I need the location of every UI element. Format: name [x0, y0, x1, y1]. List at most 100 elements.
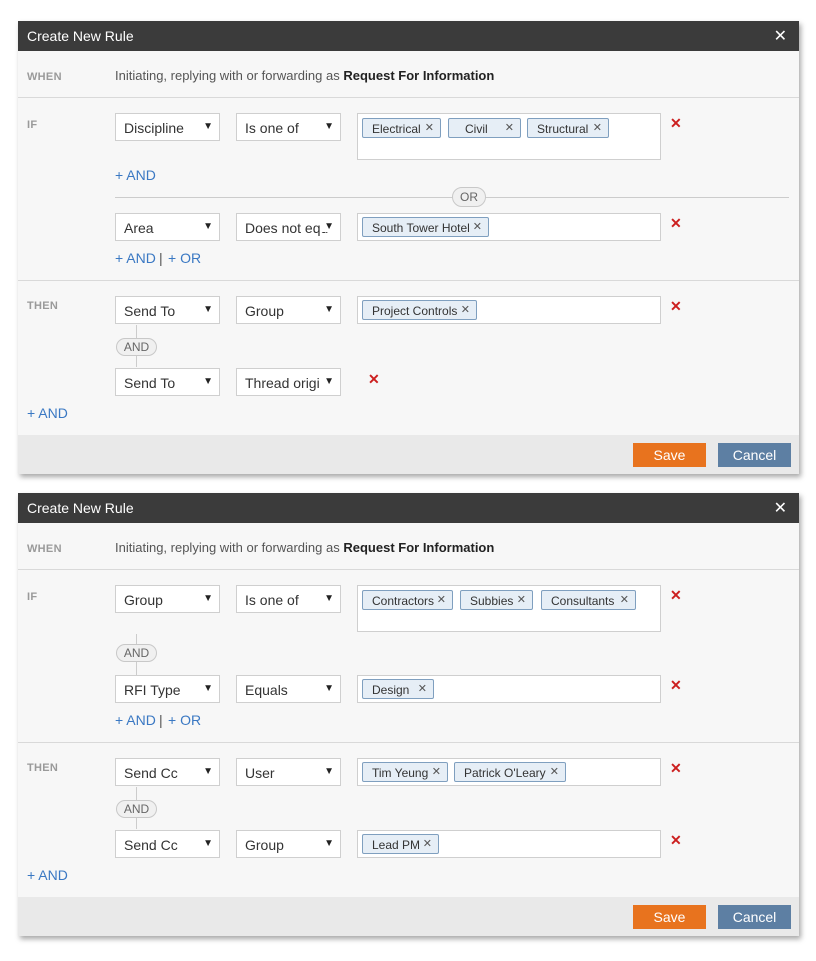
- value-tag: Subbies ✕: [460, 590, 533, 610]
- then-label: THEN: [27, 762, 59, 774]
- action-target-select[interactable]: Group ▼: [236, 296, 341, 324]
- value-tag: Project Controls ✕: [362, 300, 477, 320]
- link-separator: |: [159, 712, 163, 728]
- when-label: WHEN: [27, 71, 62, 83]
- chevron-down-icon: ▼: [200, 221, 213, 232]
- action-type-select[interactable]: Send Cc ▼: [115, 758, 220, 786]
- divider: [18, 97, 799, 98]
- add-or-link[interactable]: + OR: [168, 712, 201, 728]
- close-icon[interactable]: ✕: [473, 220, 482, 233]
- dialog-titlebar: Create New Rule ✕: [18, 493, 799, 523]
- close-icon[interactable]: ✕: [505, 121, 514, 134]
- delete-condition-icon[interactable]: ✕: [670, 215, 682, 232]
- close-icon[interactable]: ✕: [774, 26, 787, 46]
- chevron-down-icon: ▼: [200, 838, 213, 849]
- condition-operator-select[interactable]: Is one of ▼: [236, 113, 341, 141]
- action-type-select[interactable]: Send Cc ▼: [115, 830, 220, 858]
- add-and-link[interactable]: + AND: [115, 712, 156, 728]
- and-connector: AND: [116, 338, 157, 356]
- link-separator: |: [159, 250, 163, 266]
- chevron-down-icon: ▼: [321, 766, 334, 777]
- action-target-select[interactable]: Group ▼: [236, 830, 341, 858]
- delete-action-icon[interactable]: ✕: [670, 298, 682, 315]
- save-button[interactable]: Save: [633, 905, 706, 929]
- value-tag: South Tower Hotel ✕: [362, 217, 489, 237]
- dialog-footer: Save Cancel: [18, 897, 799, 936]
- divider: [18, 742, 799, 743]
- when-description: Initiating, replying with or forwarding …: [115, 68, 495, 83]
- and-connector: AND: [116, 644, 157, 662]
- close-icon[interactable]: ✕: [418, 682, 427, 695]
- chevron-down-icon: ▼: [321, 376, 334, 387]
- delete-condition-icon[interactable]: ✕: [670, 115, 682, 132]
- action-target-select[interactable]: User ▼: [236, 758, 341, 786]
- close-icon[interactable]: ✕: [423, 837, 432, 850]
- dialog-titlebar: Create New Rule ✕: [18, 21, 799, 51]
- add-or-link[interactable]: + OR: [168, 250, 201, 266]
- value-tag: Electrical ✕: [362, 118, 441, 138]
- action-values-input[interactable]: Lead PM ✕: [357, 830, 661, 858]
- condition-operator-select[interactable]: Does not equ ▼: [236, 213, 341, 241]
- chevron-down-icon: ▼: [321, 221, 334, 232]
- action-values-input[interactable]: Tim Yeung ✕ Patrick O'Leary ✕: [357, 758, 661, 786]
- cancel-button[interactable]: Cancel: [718, 443, 791, 467]
- dialog-title: Create New Rule: [27, 28, 134, 44]
- action-type-select[interactable]: Send To ▼: [115, 368, 220, 396]
- or-connector: OR: [452, 187, 486, 207]
- condition-field-select[interactable]: RFI Type ▼: [115, 675, 220, 703]
- action-type-select[interactable]: Send To ▼: [115, 296, 220, 324]
- add-and-link[interactable]: + AND: [27, 867, 68, 883]
- divider: [18, 569, 799, 570]
- delete-condition-icon[interactable]: ✕: [670, 677, 682, 694]
- rule-dialog-2: Create New Rule ✕ WHEN Initiating, reply…: [18, 493, 799, 936]
- save-button[interactable]: Save: [633, 443, 706, 467]
- if-label: IF: [27, 119, 38, 131]
- close-icon[interactable]: ✕: [517, 593, 526, 606]
- when-document-type: Request For Information: [343, 68, 495, 83]
- condition-operator-select[interactable]: Is one of ▼: [236, 585, 341, 613]
- cancel-button[interactable]: Cancel: [718, 905, 791, 929]
- value-tag: Consultants ✕: [541, 590, 636, 610]
- condition-values-input[interactable]: Electrical ✕ Civil ✕ Structural ✕: [357, 113, 661, 160]
- condition-field-select[interactable]: Area ▼: [115, 213, 220, 241]
- value-tag: Civil ✕: [448, 118, 521, 138]
- condition-operator-select[interactable]: Equals ▼: [236, 675, 341, 703]
- action-values-input[interactable]: Project Controls ✕: [357, 296, 661, 324]
- action-target-select[interactable]: Thread origi ▼: [236, 368, 341, 396]
- delete-action-icon[interactable]: ✕: [368, 371, 380, 388]
- close-icon[interactable]: ✕: [593, 121, 602, 134]
- delete-action-icon[interactable]: ✕: [670, 832, 682, 849]
- close-icon[interactable]: ✕: [461, 303, 470, 316]
- close-icon[interactable]: ✕: [425, 121, 434, 134]
- close-icon[interactable]: ✕: [774, 498, 787, 518]
- value-tag: Patrick O'Leary ✕: [454, 762, 566, 782]
- delete-action-icon[interactable]: ✕: [670, 760, 682, 777]
- chevron-down-icon: ▼: [200, 766, 213, 777]
- chevron-down-icon: ▼: [321, 838, 334, 849]
- chevron-down-icon: ▼: [200, 683, 213, 694]
- divider: [18, 280, 799, 281]
- chevron-down-icon: ▼: [321, 683, 334, 694]
- chevron-down-icon: ▼: [200, 593, 213, 604]
- condition-field-select[interactable]: Group ▼: [115, 585, 220, 613]
- then-label: THEN: [27, 300, 59, 312]
- delete-condition-icon[interactable]: ✕: [670, 587, 682, 604]
- add-and-link[interactable]: + AND: [115, 167, 156, 183]
- condition-values-input[interactable]: South Tower Hotel ✕: [357, 213, 661, 241]
- chevron-down-icon: ▼: [321, 121, 334, 132]
- condition-field-select[interactable]: Discipline ▼: [115, 113, 220, 141]
- condition-values-input[interactable]: Design ✕: [357, 675, 661, 703]
- chevron-down-icon: ▼: [321, 304, 334, 315]
- close-icon[interactable]: ✕: [432, 765, 441, 778]
- add-and-link[interactable]: + AND: [27, 405, 68, 421]
- close-icon[interactable]: ✕: [620, 593, 629, 606]
- condition-values-input[interactable]: Contractors ✕ Subbies ✕ Consultants ✕: [357, 585, 661, 632]
- value-tag: Contractors ✕: [362, 590, 453, 610]
- value-tag: Structural ✕: [527, 118, 609, 138]
- when-label: WHEN: [27, 543, 62, 555]
- rule-dialog-1: Create New Rule ✕ WHEN Initiating, reply…: [18, 21, 799, 474]
- close-icon[interactable]: ✕: [437, 593, 446, 606]
- when-document-type: Request For Information: [343, 540, 495, 555]
- add-and-link[interactable]: + AND: [115, 250, 156, 266]
- close-icon[interactable]: ✕: [550, 765, 559, 778]
